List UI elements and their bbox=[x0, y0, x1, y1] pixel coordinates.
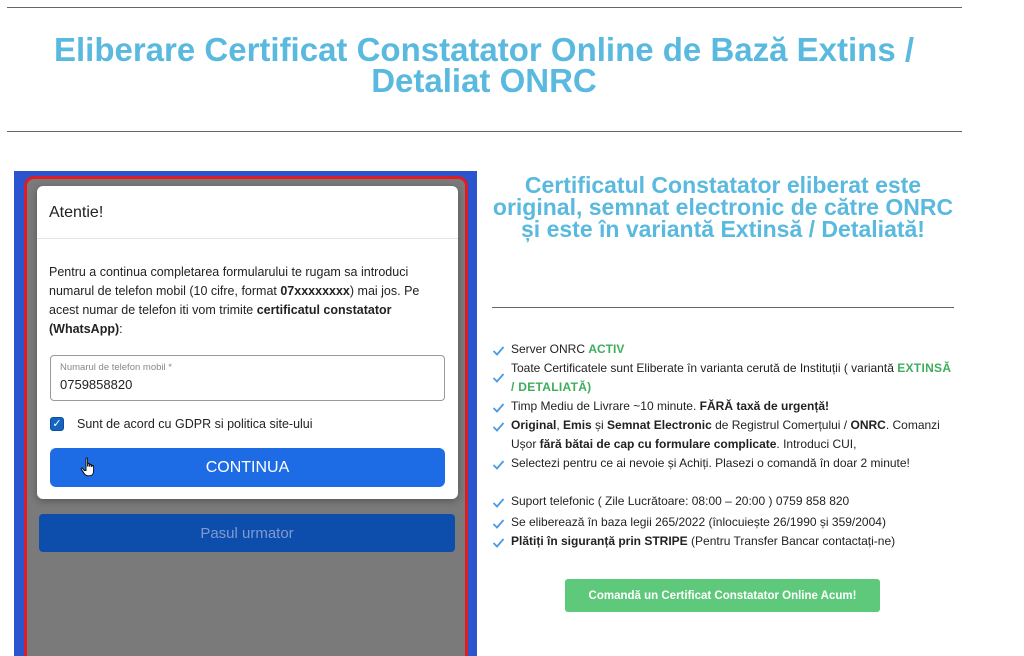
modal-message-part: : bbox=[119, 322, 123, 336]
feature-text: (Pentru Transfer Bancar contactați-ne) bbox=[687, 534, 896, 548]
checkmark-icon bbox=[492, 519, 505, 529]
feature-item: Timp Mediu de Livrare ~10 minute. FĂRĂ t… bbox=[492, 397, 952, 416]
modal-message: Pentru a continua completarea formularul… bbox=[37, 239, 458, 339]
attention-modal: Atentie! Pentru a continua completarea f… bbox=[37, 186, 458, 499]
checkmark-icon bbox=[492, 498, 505, 508]
page-title: Eliberare Certificat Constatator Online … bbox=[53, 31, 915, 99]
next-step-button[interactable]: Pasul urmator bbox=[39, 514, 455, 552]
top-divider bbox=[7, 7, 962, 8]
order-certificate-button[interactable]: Comandă un Certificat Constatator Online… bbox=[565, 579, 880, 612]
info-divider bbox=[492, 307, 954, 308]
continue-button[interactable]: CONTINUA bbox=[50, 448, 445, 487]
feature-bold: Emis bbox=[563, 418, 592, 432]
phone-input-label: Numarul de telefon mobil * bbox=[60, 362, 172, 373]
feature-item: Se eliberează în baza legii 265/2022 (în… bbox=[492, 513, 952, 532]
feature-text: . Introduci CUI, bbox=[776, 437, 857, 451]
checkmark-icon bbox=[492, 373, 505, 383]
hand-cursor-icon bbox=[80, 457, 95, 477]
gdpr-label: Sunt de acord cu GDPR si politica site-u… bbox=[77, 417, 313, 431]
feature-item: Suport telefonic ( Zile Lucrătoare: 08:0… bbox=[492, 492, 952, 513]
phone-format-hint: 07xxxxxxxx bbox=[280, 284, 350, 298]
feature-text: Se eliberează în baza legii 265/2022 (în… bbox=[511, 515, 886, 529]
feature-text: Toate Certificatele sunt Eliberate în va… bbox=[511, 361, 898, 375]
order-certificate-label: Comandă un Certificat Constatator Online… bbox=[588, 589, 857, 602]
gdpr-consent[interactable]: ✓ Sunt de acord cu GDPR si politica site… bbox=[50, 415, 313, 433]
feature-item: Plătiți în siguranță prin STRIPE (Pentru… bbox=[492, 532, 952, 551]
modal-title: Atentie! bbox=[37, 186, 458, 239]
feature-text: Selectezi pentru ce ai nevoie și Achiți.… bbox=[511, 456, 910, 470]
info-heading: Certificatul Constatator eliberat este o… bbox=[492, 172, 954, 242]
feature-text: și bbox=[591, 418, 608, 432]
continue-button-label: CONTINUA bbox=[205, 458, 290, 476]
feature-item: Selectezi pentru ce ai nevoie și Achiți.… bbox=[492, 454, 952, 492]
phone-input-value[interactable]: 0759858820 bbox=[60, 377, 132, 392]
feature-item: Toate Certificatele sunt Eliberate în va… bbox=[492, 359, 952, 397]
feature-bold: Original bbox=[511, 418, 557, 432]
title-divider bbox=[7, 131, 962, 132]
feature-bold: ONRC bbox=[850, 418, 886, 432]
feature-item: Server ONRC ACTIV bbox=[492, 340, 952, 359]
feature-bold: Plătiți în siguranță prin STRIPE bbox=[511, 534, 688, 548]
phone-input[interactable]: Numarul de telefon mobil * 0759858820 bbox=[50, 355, 445, 401]
feature-text: , bbox=[556, 418, 564, 432]
checkmark-icon bbox=[492, 422, 505, 432]
feature-text: de Registrul Comerțului / bbox=[711, 418, 851, 432]
next-step-label: Pasul urmator bbox=[200, 524, 294, 542]
feature-item: Original, Emis și Semnat Electronic de R… bbox=[492, 416, 952, 454]
checkmark-icon bbox=[492, 538, 505, 548]
feature-list: Server ONRC ACTIV Toate Certificatele su… bbox=[492, 340, 952, 551]
feature-bold: FĂRĂ taxă de urgență! bbox=[699, 399, 830, 413]
feature-text: Server ONRC bbox=[511, 342, 589, 356]
server-status: ACTIV bbox=[588, 342, 625, 356]
checkbox-checked-icon[interactable]: ✓ bbox=[50, 417, 64, 431]
feature-bold: fără bătai de cap cu formulare complicat… bbox=[539, 437, 777, 451]
feature-text: Suport telefonic ( Zile Lucrătoare: 08:0… bbox=[511, 494, 850, 508]
feature-text: Timp Mediu de Livrare ~10 minute. bbox=[511, 399, 700, 413]
checkmark-icon bbox=[492, 346, 505, 356]
checkmark-icon bbox=[492, 403, 505, 413]
checkmark-icon bbox=[492, 460, 505, 470]
feature-bold: Semnat Electronic bbox=[607, 418, 712, 432]
